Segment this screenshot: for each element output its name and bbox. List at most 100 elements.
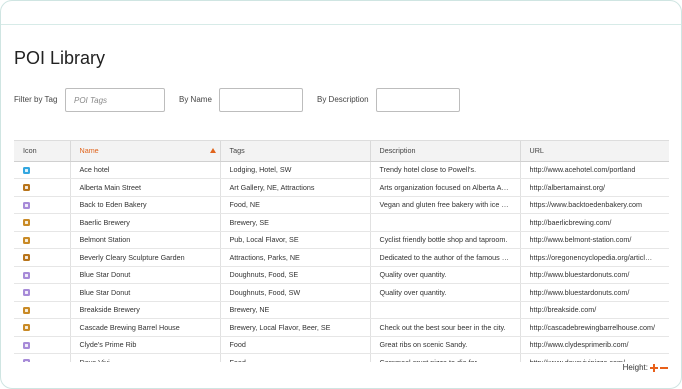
poi-table-container[interactable]: Icon Name Tags Description URL Ace hotel… <box>14 140 669 362</box>
brewery-icon <box>23 324 30 332</box>
tags-cell: Food <box>220 336 371 354</box>
icon-cell <box>14 213 71 232</box>
table-header-row: Icon Name Tags Description URL <box>14 141 669 162</box>
increase-height-icon[interactable] <box>650 363 658 372</box>
tags-cell: Brewery, SE <box>220 213 371 232</box>
table-row[interactable]: Blue Star Donut Doughnuts, Food, SE Qualit… <box>14 266 669 284</box>
description-cell <box>370 301 521 319</box>
description-cell: Dedicated to the author of the famous … <box>370 248 521 267</box>
description-cell: Quality over quantity. <box>370 266 521 284</box>
attraction-icon <box>23 184 30 192</box>
name-cell: Cascade Brewing Barrel House <box>70 318 221 337</box>
icon-cell <box>14 353 71 362</box>
tags-cell: Doughnuts, Food, SW <box>220 283 371 302</box>
tags-cell: Brewery, NE <box>220 301 371 319</box>
name-cell: Beverly Cleary Sculpture Garden <box>70 248 221 267</box>
url-cell: http://www.acehotel.com/portland <box>520 161 669 179</box>
url-cell: https://oregonencyclopedia.org/articl… <box>520 248 669 267</box>
icon-cell <box>14 196 71 214</box>
name-cell: Clyde's Prime Rib <box>70 336 221 354</box>
hotel-icon <box>23 166 30 174</box>
icon-cell <box>14 283 71 302</box>
height-control: Height: <box>623 363 668 372</box>
column-header-name-label: Name <box>79 146 99 156</box>
poi-table: Icon Name Tags Description URL Ace hotel… <box>14 141 669 362</box>
description-cell: Cornmeal crust pizza to die for. <box>370 353 521 362</box>
url-cell: http://albertamainst.org/ <box>520 178 669 197</box>
table-row[interactable]: Alberta Main Street Art Gallery, NE, Attr… <box>14 178 669 197</box>
tags-cell: Brewery, Local Flavor, Beer, SE <box>220 318 371 337</box>
food-icon <box>23 289 30 297</box>
url-cell: http://www.clydesprimerib.com/ <box>520 336 669 354</box>
icon-cell <box>14 161 71 179</box>
table-row[interactable]: Ace hotel Lodging, Hotel, SW Trendy hotel … <box>14 161 669 179</box>
description-cell: Arts organization focused on Alberta A… <box>370 178 521 197</box>
tags-cell: Art Gallery, NE, Attractions <box>220 178 371 197</box>
table-row[interactable]: Blue Star Donut Doughnuts, Food, SW Qualit… <box>14 283 669 302</box>
poi-library-panel: POI Library Filter by Tag By Name By Des… <box>0 0 682 389</box>
poi-tags-input[interactable] <box>65 88 165 112</box>
filter-description-label: By Description <box>317 95 369 104</box>
column-header-url[interactable]: URL <box>520 141 669 162</box>
table-row[interactable]: Breakside Brewery Brewery, NE http://break… <box>14 301 669 319</box>
tags-cell: Food <box>220 353 371 362</box>
tags-cell: Doughnuts, Food, SE <box>220 266 371 284</box>
food-icon <box>23 359 30 362</box>
filter-tag-label: Filter by Tag <box>14 95 58 104</box>
name-cell: Breakside Brewery <box>70 301 221 319</box>
column-header-tags[interactable]: Tags <box>220 141 371 162</box>
url-cell: https://www.backtoedenbakery.com <box>520 196 669 214</box>
tags-cell: Food, NE <box>220 196 371 214</box>
table-row[interactable]: Cascade Brewing Barrel House Brewery, Loc… <box>14 318 669 337</box>
description-cell: Great ribs on scenic Sandy. <box>370 336 521 354</box>
page-title: POI Library <box>14 48 106 68</box>
name-cell: Back to Eden Bakery <box>70 196 221 214</box>
attraction-icon <box>23 254 30 262</box>
table-row[interactable]: Baerlic Brewery Brewery, SE http://baerlic… <box>14 213 669 232</box>
name-filter-input[interactable] <box>219 88 303 112</box>
table-row[interactable]: Clyde's Prime Rib Food Great ribs on sceni… <box>14 336 669 354</box>
food-icon <box>23 271 30 279</box>
column-header-icon[interactable]: Icon <box>14 141 71 162</box>
food-icon <box>23 201 30 209</box>
tags-cell: Attractions, Parks, NE <box>220 248 371 267</box>
brewery-icon <box>23 306 30 314</box>
icon-cell <box>14 318 71 337</box>
food-icon <box>23 341 30 349</box>
table-row[interactable]: Dove ViviFoodCornmeal crust pizza to die… <box>14 353 669 362</box>
url-cell: http://www.belmont-station.com/ <box>520 231 669 249</box>
icon-cell <box>14 301 71 319</box>
description-cell <box>370 213 521 232</box>
column-header-description[interactable]: Description <box>370 141 521 162</box>
table-row[interactable]: Back to Eden Bakery Food, NE Vegan and glu… <box>14 196 669 214</box>
name-cell: Dove Vivi <box>70 353 221 362</box>
brewery-icon <box>23 236 30 244</box>
description-cell: Vegan and gluten free bakery with ice … <box>370 196 521 214</box>
name-cell: Blue Star Donut <box>70 266 221 284</box>
url-cell: http://breakside.com/ <box>520 301 669 319</box>
url-cell: http://www.bluestardonuts.com/ <box>520 266 669 284</box>
brewery-icon <box>23 219 30 227</box>
name-cell: Belmont Station <box>70 231 221 249</box>
description-cell: Quality over quantity. <box>370 283 521 302</box>
name-cell: Alberta Main Street <box>70 178 221 197</box>
panel-header-bar <box>1 1 681 25</box>
icon-cell <box>14 266 71 284</box>
sort-ascending-icon <box>209 148 216 153</box>
url-cell: http://cascadebrewingbarrelhouse.com/ <box>520 318 669 337</box>
filter-name-label: By Name <box>179 95 212 104</box>
url-cell: http://www.dovevivipizza.com/ <box>520 353 669 362</box>
table-row[interactable]: Beverly Cleary Sculpture Garden Attractio… <box>14 248 669 267</box>
column-header-name[interactable]: Name <box>70 141 221 162</box>
table-body: Ace hotel Lodging, Hotel, SW Trendy hotel … <box>14 161 669 362</box>
tags-cell: Lodging, Hotel, SW <box>220 161 371 179</box>
table-row[interactable]: Belmont Station Pub, Local Flavor, SE Cycl… <box>14 231 669 249</box>
name-cell: Ace hotel <box>70 161 221 179</box>
decrease-height-icon[interactable] <box>660 364 668 372</box>
name-cell: Baerlic Brewery <box>70 213 221 232</box>
icon-cell <box>14 178 71 197</box>
filter-bar: Filter by Tag By Name By Description <box>14 88 674 112</box>
height-label: Height: <box>622 363 648 372</box>
description-filter-input[interactable] <box>376 88 460 112</box>
url-cell: http://baerlicbrewing.com/ <box>520 213 669 232</box>
